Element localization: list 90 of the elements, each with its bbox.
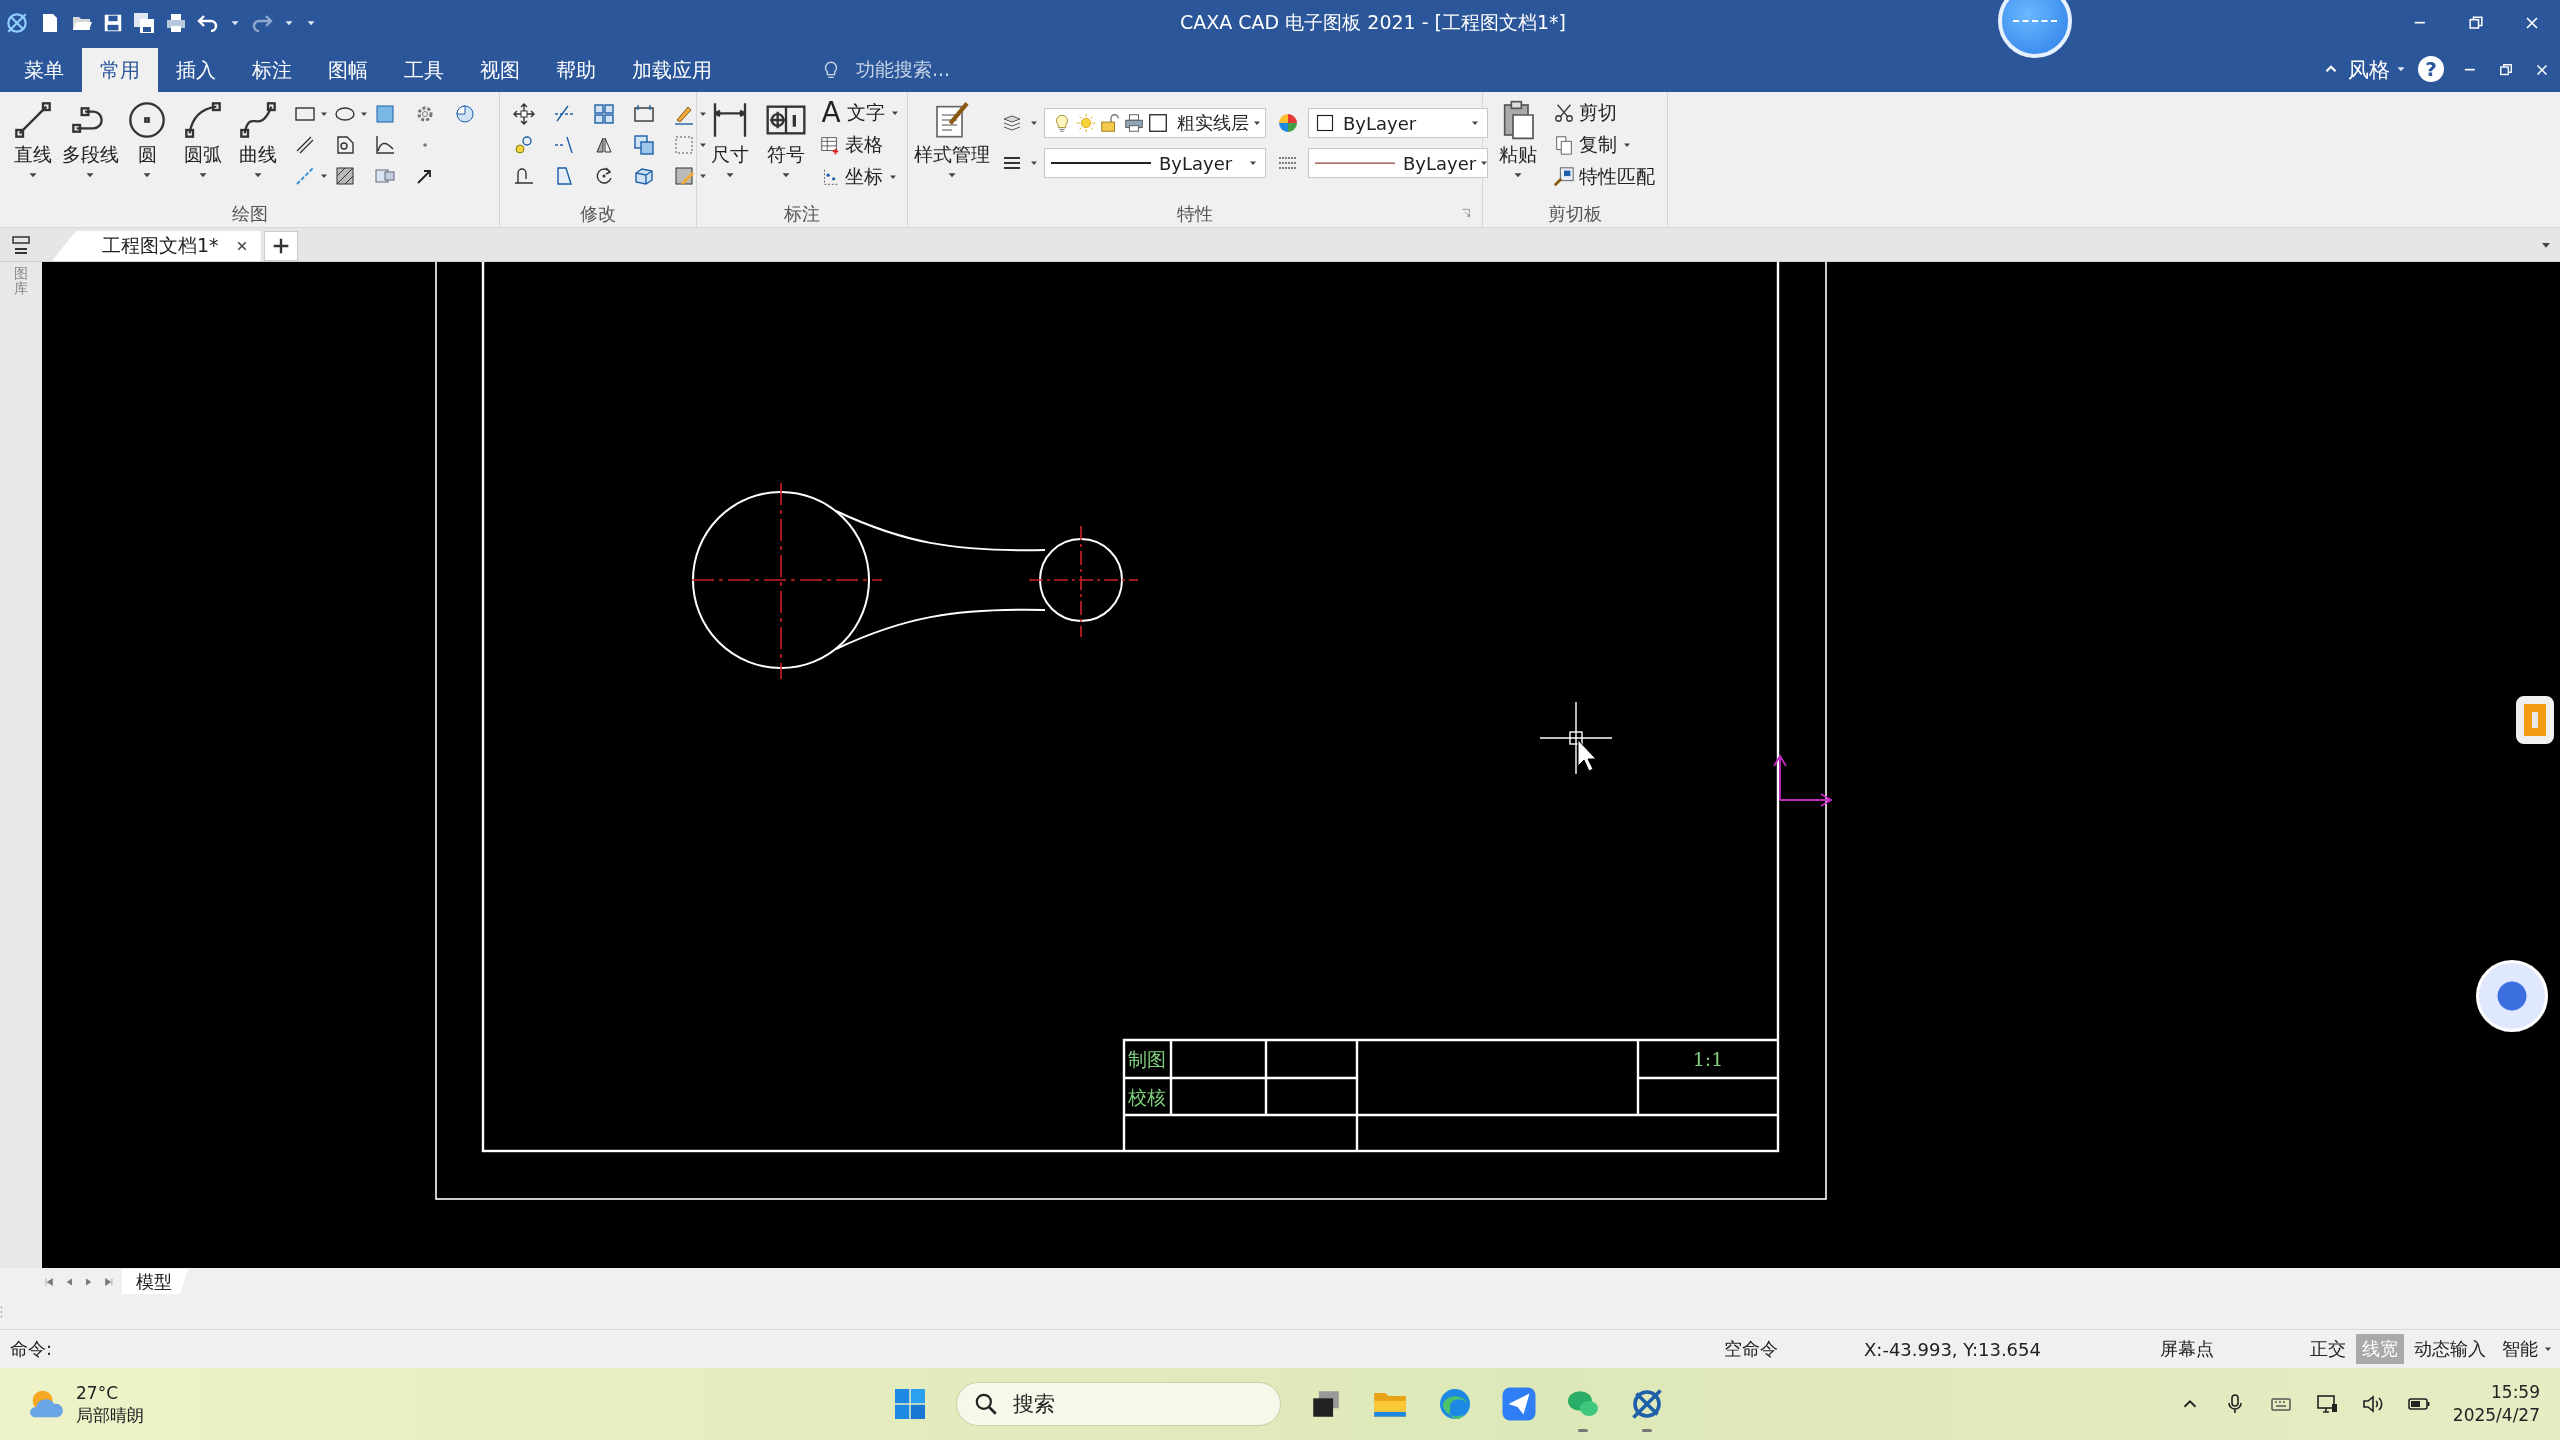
search-icon bbox=[973, 1391, 999, 1417]
brush-icon bbox=[1553, 166, 1575, 188]
app-logo-icon[interactable] bbox=[4, 10, 30, 36]
arc-icon bbox=[182, 100, 223, 140]
menu-tab[interactable]: 插入 bbox=[158, 48, 234, 92]
table-icon bbox=[819, 134, 841, 156]
move-icon[interactable] bbox=[512, 101, 536, 126]
line-icon bbox=[12, 100, 53, 140]
help-button[interactable]: ? bbox=[2418, 56, 2444, 82]
paper-plane-icon[interactable] bbox=[1501, 1386, 1537, 1422]
group-label: 标注 bbox=[784, 202, 820, 226]
menu-tab[interactable]: 帮助 bbox=[538, 48, 614, 92]
browser-icon[interactable] bbox=[1437, 1386, 1473, 1422]
draw-tool-button[interactable]: 直线 bbox=[6, 98, 60, 182]
command-prompt: 命令: bbox=[9, 1337, 53, 1361]
menu-tab[interactable]: 视图 bbox=[462, 48, 538, 92]
cursor-coordinates: X:-43.993, Y:13.654 bbox=[1864, 1338, 2042, 1360]
clock-time: 15:59 bbox=[2491, 1381, 2540, 1404]
padlock-icon bbox=[1099, 112, 1121, 134]
menu-tab[interactable]: 图幅 bbox=[310, 48, 386, 92]
weather-condition: 局部晴朗 bbox=[76, 1404, 144, 1426]
swatch-icon bbox=[1147, 112, 1169, 134]
save-all-icon[interactable] bbox=[132, 11, 156, 35]
group-label: 剪切板 bbox=[1548, 202, 1602, 226]
printer-icon bbox=[1123, 112, 1145, 134]
menu-tab[interactable]: 标注 bbox=[234, 48, 310, 92]
swatch-icon bbox=[1315, 113, 1335, 133]
group-label: 绘图 bbox=[231, 202, 268, 226]
overlap-squares-icon[interactable] bbox=[632, 132, 656, 157]
temperature: 27°C bbox=[76, 1382, 119, 1404]
draw-tool-button[interactable]: 圆 bbox=[120, 98, 174, 182]
sun-icon bbox=[1075, 112, 1097, 134]
coordinate-axes bbox=[1773, 754, 1833, 807]
clipboard-tool-button[interactable]: 复制 bbox=[1553, 130, 1655, 160]
text-icon: A bbox=[819, 99, 843, 127]
windows-icon[interactable] bbox=[892, 1386, 928, 1422]
minimize-icon bbox=[2464, 68, 2476, 72]
clipboard-tool-button[interactable]: 剪切 bbox=[1553, 98, 1655, 128]
scissors-icon bbox=[1553, 102, 1575, 124]
annotation-tool-button[interactable]: 符号 bbox=[759, 98, 813, 182]
layout-tab[interactable]: 模型 bbox=[122, 1269, 188, 1294]
print-icon[interactable] bbox=[164, 11, 188, 35]
draw-tool-button[interactable]: 曲线 bbox=[231, 98, 285, 182]
clock-date: 2025/4/27 bbox=[2452, 1404, 2540, 1427]
title-block-label: 制图 bbox=[1128, 1048, 1166, 1070]
line-type-dropdown[interactable]: ByLayer bbox=[1308, 148, 1488, 178]
window-title: CAXA CAD 电子图板 2021 - [工程图文档1*] bbox=[1180, 10, 1566, 35]
annotation-tool-button[interactable]: 表格 bbox=[819, 130, 901, 160]
snap-setting-dropdown[interactable]: 智能 bbox=[2496, 1334, 2560, 1364]
layer-dropdown[interactable]: 粗实线层 bbox=[1044, 108, 1266, 138]
group-label: 特性 bbox=[1177, 202, 1213, 226]
grip-icon bbox=[0, 1306, 3, 1318]
snap-mode-button[interactable]: 屏幕点 bbox=[2160, 1337, 2300, 1361]
feature-search-field[interactable]: 功能搜索... bbox=[820, 48, 951, 92]
scale-text: 1:1 bbox=[1692, 1048, 1724, 1070]
running-indicator bbox=[1642, 1429, 1652, 1432]
grid-icon[interactable] bbox=[592, 101, 616, 126]
menu-tab[interactable]: 菜单 bbox=[6, 48, 82, 92]
paste-button[interactable]: 粘贴 bbox=[1489, 98, 1547, 182]
save-icon[interactable] bbox=[102, 12, 124, 34]
annotation-tool-button[interactable]: A 文字 bbox=[819, 98, 901, 128]
running-indicator bbox=[1578, 1429, 1588, 1432]
drawing-canvas[interactable]: 制图 校核 1:1 bbox=[42, 262, 2560, 1268]
style-menu[interactable]: 风格 bbox=[2340, 48, 2394, 92]
minimize-icon bbox=[2414, 21, 2426, 25]
monitor-icon[interactable] bbox=[2314, 1392, 2339, 1416]
new-tab-button[interactable] bbox=[263, 231, 298, 261]
draw-tool-button[interactable]: 圆弧 bbox=[176, 98, 230, 182]
color-wheel-icon[interactable] bbox=[1276, 111, 1300, 135]
clipboard-tool-button[interactable]: 特性匹配 bbox=[1553, 162, 1655, 192]
menu-tab[interactable]: 常用 bbox=[82, 48, 158, 92]
status-toggle[interactable]: 动态输入 bbox=[2408, 1334, 2492, 1364]
document-tab[interactable]: 工程图文档1* bbox=[52, 231, 261, 261]
style-manager-button[interactable]: 样式管理 bbox=[914, 98, 990, 182]
menu-tab[interactable]: 工具 bbox=[386, 48, 462, 92]
current-command: 空命令 bbox=[1724, 1337, 1779, 1361]
taskbar-search-field[interactable]: 搜索 bbox=[956, 1382, 1281, 1426]
annotation-tool-button[interactable]: 尺寸 bbox=[703, 98, 757, 182]
line-width-dropdown[interactable]: ByLayer bbox=[1044, 148, 1266, 178]
spline-icon bbox=[238, 100, 279, 140]
copy-icon bbox=[1553, 134, 1575, 156]
side-widget-icon[interactable] bbox=[2516, 696, 2554, 744]
group-label: 修改 bbox=[580, 202, 616, 226]
circle-icon bbox=[127, 100, 168, 140]
menu-tab[interactable]: 加载应用 bbox=[614, 48, 730, 92]
annotation-tool-button[interactable]: 坐标 bbox=[819, 162, 901, 192]
color-dropdown[interactable]: ByLayer bbox=[1308, 108, 1488, 138]
title-block-label: 校核 bbox=[1128, 1086, 1166, 1108]
status-toggle[interactable]: 正交 bbox=[2304, 1334, 2352, 1364]
draw-tool-button[interactable]: 多段线 bbox=[61, 98, 119, 182]
